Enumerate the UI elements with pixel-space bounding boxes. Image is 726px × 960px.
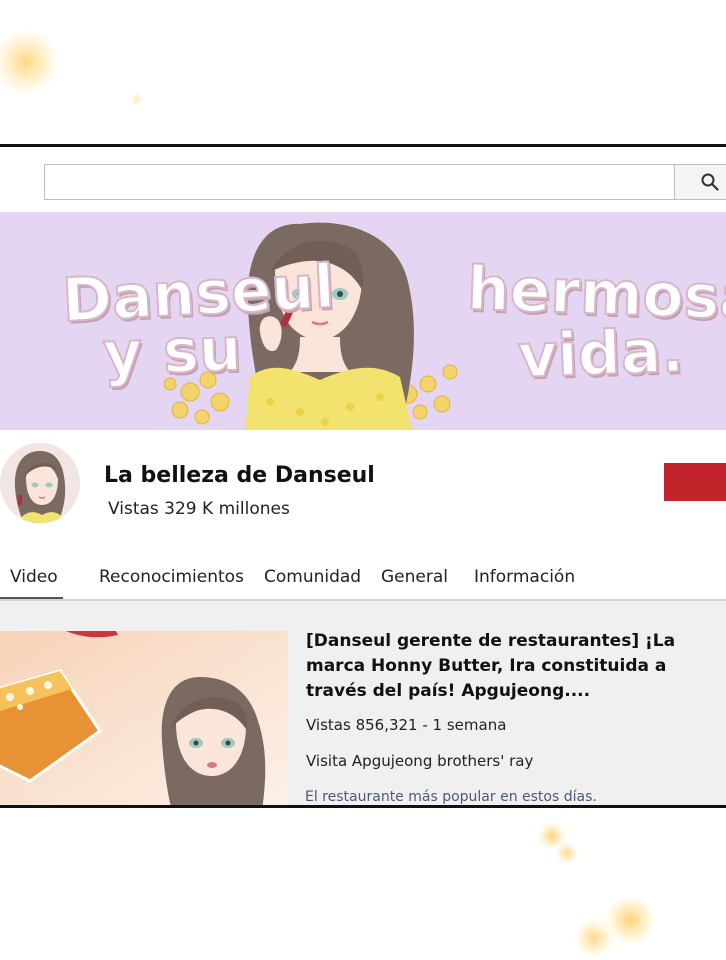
search-input[interactable] (44, 164, 674, 200)
channel-page: Danseul y su hermosa vida. La belleza de… (0, 144, 726, 808)
tab-reconocimientos[interactable]: Reconocimientos (99, 567, 244, 587)
thumbnail-image (0, 631, 288, 805)
banner-title-word: vida. (516, 315, 686, 393)
channel-tabs: Video Reconocimientos Comunidad General … (0, 559, 726, 601)
banner-title-word: y su (101, 314, 244, 391)
avatar-image (0, 443, 80, 523)
search-bar (44, 164, 726, 200)
bokeh-light (0, 30, 58, 94)
bokeh-light (574, 918, 614, 958)
channel-name[interactable]: La belleza de Danseul (104, 463, 375, 488)
subscribe-button[interactable] (664, 463, 726, 501)
tab-general[interactable]: General (381, 567, 448, 587)
search-button[interactable] (674, 164, 726, 200)
search-icon (701, 173, 719, 191)
video-title[interactable]: [Danseul gerente de restaurantes] ¡La ma… (306, 629, 716, 704)
tab-video[interactable]: Video (10, 567, 58, 587)
video-thumbnail[interactable] (0, 631, 288, 805)
video-stats: Vistas 856,321 - 1 semana (306, 716, 507, 734)
tab-comunidad[interactable]: Comunidad (264, 567, 361, 587)
video-snippet: El restaurante más popular en estos días… (305, 789, 597, 805)
tab-informacion[interactable]: Información (474, 567, 575, 587)
bokeh-light (130, 92, 144, 106)
video-list: [Danseul gerente de restaurantes] ¡La ma… (0, 601, 726, 805)
bokeh-light (556, 842, 578, 864)
video-description: Visita Apgujeong brothers' ray (306, 752, 534, 770)
avatar[interactable] (0, 443, 80, 523)
bokeh-light (538, 822, 566, 850)
bokeh-light (605, 895, 655, 945)
channel-banner: Danseul y su hermosa vida. (0, 212, 726, 430)
channel-views: Vistas 329 K millones (108, 499, 290, 519)
